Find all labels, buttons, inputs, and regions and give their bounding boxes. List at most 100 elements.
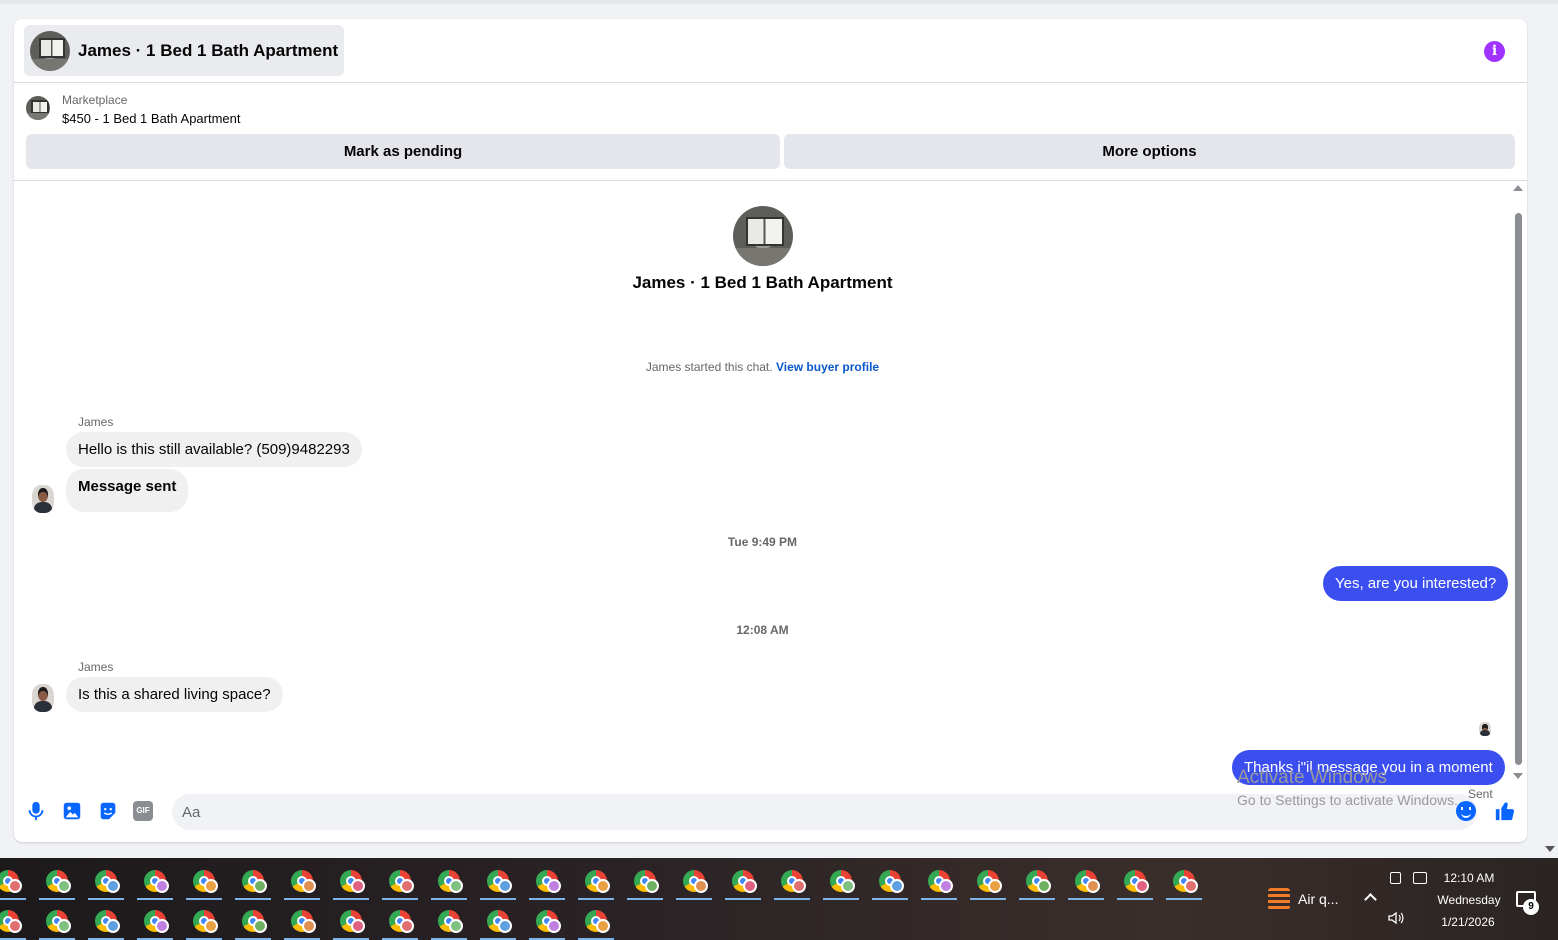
conversation-title-button[interactable]: James · 1 Bed 1 Bath Apartment xyxy=(24,25,345,76)
running-indicator xyxy=(235,898,271,900)
profile-badge-icon xyxy=(449,879,463,893)
profile-badge-icon xyxy=(596,879,610,893)
incoming-message[interactable]: Hello is this still available? (509)9482… xyxy=(66,432,362,467)
chrome-profile-taskbar-icon[interactable] xyxy=(282,901,322,940)
chrome-profile-taskbar-icon[interactable] xyxy=(478,861,518,901)
profile-badge-icon xyxy=(204,879,218,893)
chrome-profile-taskbar-icon[interactable] xyxy=(331,861,371,901)
chrome-profile-taskbar-icon[interactable] xyxy=(1164,861,1204,901)
info-icon[interactable]: i xyxy=(1484,41,1505,62)
chrome-profile-taskbar-icon[interactable] xyxy=(184,901,224,940)
thumbs-up-icon[interactable] xyxy=(1494,800,1516,822)
more-options-button[interactable]: More options xyxy=(784,134,1515,169)
chrome-profile-taskbar-icon[interactable] xyxy=(135,861,175,901)
incoming-message[interactable]: Message sent xyxy=(66,469,189,512)
volume-icon[interactable] xyxy=(1388,911,1404,925)
scroll-up-arrow[interactable] xyxy=(1513,185,1523,191)
profile-badge-icon xyxy=(8,919,22,933)
show-hidden-icons-chevron[interactable] xyxy=(1364,893,1377,906)
chrome-profile-taskbar-icon[interactable] xyxy=(527,861,567,901)
top-border xyxy=(0,0,1558,4)
scroll-down-arrow[interactable] xyxy=(1513,773,1523,779)
page-scroll-down-arrow[interactable] xyxy=(1545,846,1555,852)
incoming-message[interactable]: Is this a shared living space? xyxy=(66,677,283,712)
chrome-profile-taskbar-icon[interactable] xyxy=(1017,861,1057,901)
chrome-profile-taskbar-icon[interactable] xyxy=(576,901,616,940)
chrome-profile-taskbar-icon[interactable] xyxy=(968,861,1008,901)
gif-icon[interactable]: GIF xyxy=(133,801,153,821)
chrome-profile-taskbar-icon[interactable] xyxy=(233,861,273,901)
chrome-profile-taskbar-icon[interactable] xyxy=(429,901,469,940)
chrome-profile-taskbar-icon[interactable] xyxy=(380,901,420,940)
thread-scrollbar[interactable] xyxy=(1512,185,1524,779)
chrome-profile-taskbar-icon[interactable] xyxy=(380,861,420,901)
chrome-profile-taskbar-icon[interactable] xyxy=(135,901,175,940)
chat-started-text: James started this chat. xyxy=(645,360,773,374)
chrome-profile-taskbar-icon[interactable] xyxy=(870,861,910,901)
listing-small-thumbnail[interactable] xyxy=(26,96,50,120)
chrome-profile-taskbar-icon[interactable] xyxy=(723,861,763,901)
profile-badge-icon xyxy=(8,879,22,893)
clock-date[interactable]: 1/21/2026 xyxy=(1428,915,1508,929)
listing-price-title[interactable]: $450 - 1 Bed 1 Bath Apartment xyxy=(62,111,241,126)
message-thread: James · 1 Bed 1 Bath Apartment James sta… xyxy=(14,182,1527,801)
microphone-icon[interactable] xyxy=(25,800,47,822)
emoji-icon[interactable] xyxy=(1456,801,1476,821)
scroll-thumb[interactable] xyxy=(1515,213,1522,765)
meet-now-icon[interactable] xyxy=(1390,872,1401,884)
profile-badge-icon xyxy=(351,879,365,893)
clock-day[interactable]: Wednesday xyxy=(1428,893,1510,907)
profile-badge-icon xyxy=(155,879,169,893)
chrome-profile-taskbar-icon[interactable] xyxy=(429,861,469,901)
clock-time[interactable]: 12:10 AM xyxy=(1434,871,1504,885)
sticker-icon[interactable] xyxy=(97,800,119,822)
chrome-profile-taskbar-icon[interactable] xyxy=(576,861,616,901)
chrome-profile-taskbar-icon[interactable] xyxy=(478,901,518,940)
timestamp: Tue 9:49 PM xyxy=(727,535,798,549)
james-avatar[interactable] xyxy=(32,485,54,513)
profile-badge-icon xyxy=(155,919,169,933)
running-indicator xyxy=(333,898,369,900)
profile-badge-icon xyxy=(1037,879,1051,893)
chrome-profile-taskbar-icon[interactable] xyxy=(625,861,665,901)
chrome-profile-taskbar-icon[interactable] xyxy=(1115,861,1155,901)
james-avatar[interactable] xyxy=(32,684,54,712)
chat-header: James · 1 Bed 1 Bath Apartment i xyxy=(14,19,1527,83)
profile-badge-icon xyxy=(792,879,806,893)
message-input[interactable] xyxy=(182,794,1432,830)
mark-as-pending-button[interactable]: Mark as pending xyxy=(26,134,780,169)
profile-badge-icon xyxy=(302,879,316,893)
chrome-profile-taskbar-icon[interactable] xyxy=(86,861,126,901)
chrome-profile-taskbar-icon[interactable] xyxy=(331,901,371,940)
marketplace-listing-bar: Marketplace $450 - 1 Bed 1 Bath Apartmen… xyxy=(14,84,1527,181)
running-indicator xyxy=(39,898,75,900)
chrome-profile-taskbar-icon[interactable] xyxy=(0,861,28,901)
chrome-profile-taskbar-icon[interactable] xyxy=(919,861,959,901)
profile-badge-icon xyxy=(743,879,757,893)
outgoing-message[interactable]: Thanks i"il message you in a moment xyxy=(1232,750,1505,785)
chrome-profile-taskbar-icon[interactable] xyxy=(37,861,77,901)
photo-icon[interactable] xyxy=(61,800,83,822)
chrome-profile-taskbar-icon[interactable] xyxy=(821,861,861,901)
chrome-profile-taskbar-icon[interactable] xyxy=(86,901,126,940)
chrome-profile-taskbar-icon[interactable] xyxy=(233,901,273,940)
chrome-profile-taskbar-icon[interactable] xyxy=(0,901,28,940)
view-buyer-profile-link[interactable]: View buyer profile xyxy=(776,360,879,374)
profile-badge-icon xyxy=(106,919,120,933)
chrome-profile-taskbar-icon[interactable] xyxy=(37,901,77,940)
network-icon[interactable] xyxy=(1413,872,1427,884)
thread-title: James · 1 Bed 1 Bath Apartment xyxy=(632,273,893,292)
profile-badge-icon xyxy=(645,879,659,893)
chrome-profile-taskbar-icon[interactable] xyxy=(772,861,812,901)
sender-name: James xyxy=(78,660,114,674)
timestamp: 12:08 AM xyxy=(736,623,789,637)
chrome-profile-taskbar-icon[interactable] xyxy=(1066,861,1106,901)
thread-listing-photo xyxy=(733,206,793,266)
weather-widget[interactable]: Air q... xyxy=(1268,888,1338,910)
chrome-profile-taskbar-icon[interactable] xyxy=(184,861,224,901)
chrome-profile-taskbar-icon[interactable] xyxy=(674,861,714,901)
chrome-profile-taskbar-icon[interactable] xyxy=(282,861,322,901)
outgoing-message[interactable]: Yes, are you interested? xyxy=(1323,566,1509,601)
profile-badge-icon xyxy=(498,879,512,893)
chrome-profile-taskbar-icon[interactable] xyxy=(527,901,567,940)
